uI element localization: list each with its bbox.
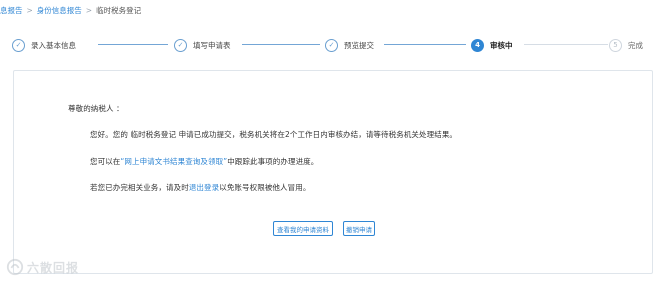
breadcrumb-item-identity-report[interactable]: 身份信息报告: [37, 5, 82, 16]
step-number: 4: [471, 38, 484, 52]
chevron-right-icon: >: [85, 5, 93, 15]
tracking-message: 您可以在“网上申请文书结果查询及领取”中跟踪此事项的办理进度。: [90, 156, 318, 167]
result-panel: 尊敬的纳税人 ： 您好。您的 临时税务登记 申请已成功提交，税务机关将在2个工作…: [13, 70, 653, 274]
query-results-link[interactable]: “网上申请文书结果查询及领取”: [120, 157, 227, 166]
watermark-logo-icon: [6, 258, 24, 276]
breadcrumb-item-report[interactable]: 息报告: [0, 5, 23, 16]
step-connector: [242, 44, 320, 45]
step-connector: [524, 44, 608, 45]
step-label: 录入基本信息: [31, 40, 76, 50]
logout-prefix: 若您已办完相关业务，请及时: [90, 183, 189, 192]
check-icon: ✓: [325, 38, 338, 52]
breadcrumb: 息报告 > 身份信息报告 > 临时税务登记: [0, 4, 141, 16]
tracking-prefix: 您可以在: [90, 157, 121, 166]
step-indicator: ✓ 录入基本信息 ✓ 填写申请表 ✓ 预览提交 4 审核中 5 完成: [12, 36, 652, 54]
check-icon: ✓: [174, 38, 187, 52]
watermark: 六散回报: [6, 258, 79, 276]
logout-suffix: 以免账号权限被他人冒用。: [219, 183, 311, 192]
breadcrumb-item-current: 临时税务登记: [96, 5, 142, 15]
step-label: 审核中: [490, 40, 513, 50]
step-2: ✓ 填写申请表: [174, 36, 231, 54]
tracking-suffix: 中跟踪此事项的办理进度。: [227, 157, 319, 166]
step-label: 完成: [628, 40, 643, 50]
submission-message: 您好。您的 临时税务登记 申请已成功提交，税务机关将在2个工作日内审核办结，请等…: [90, 130, 458, 139]
check-icon: ✓: [12, 38, 25, 52]
logout-message: 若您已办完相关业务，请及时退出登录以免账号权限被他人冒用。: [90, 182, 310, 193]
logout-link[interactable]: 退出登录: [189, 183, 219, 192]
step-4: 4 审核中: [471, 36, 513, 54]
step-number: 5: [609, 38, 622, 52]
step-5: 5 完成: [609, 36, 643, 54]
step-connector: [384, 44, 466, 45]
watermark-text: 六散回报: [27, 260, 80, 275]
view-application-button[interactable]: 查看我的申请资料: [273, 221, 333, 236]
withdraw-application-button[interactable]: 撤销申请: [343, 221, 375, 236]
step-label: 填写申请表: [193, 40, 231, 50]
greeting-text: 尊敬的纳税人 ：: [68, 104, 124, 113]
step-1: ✓ 录入基本信息: [12, 36, 76, 54]
step-connector: [98, 44, 168, 45]
chevron-right-icon: >: [26, 5, 33, 15]
step-3: ✓ 预览提交: [325, 36, 374, 54]
step-label: 预览提交: [344, 40, 374, 50]
